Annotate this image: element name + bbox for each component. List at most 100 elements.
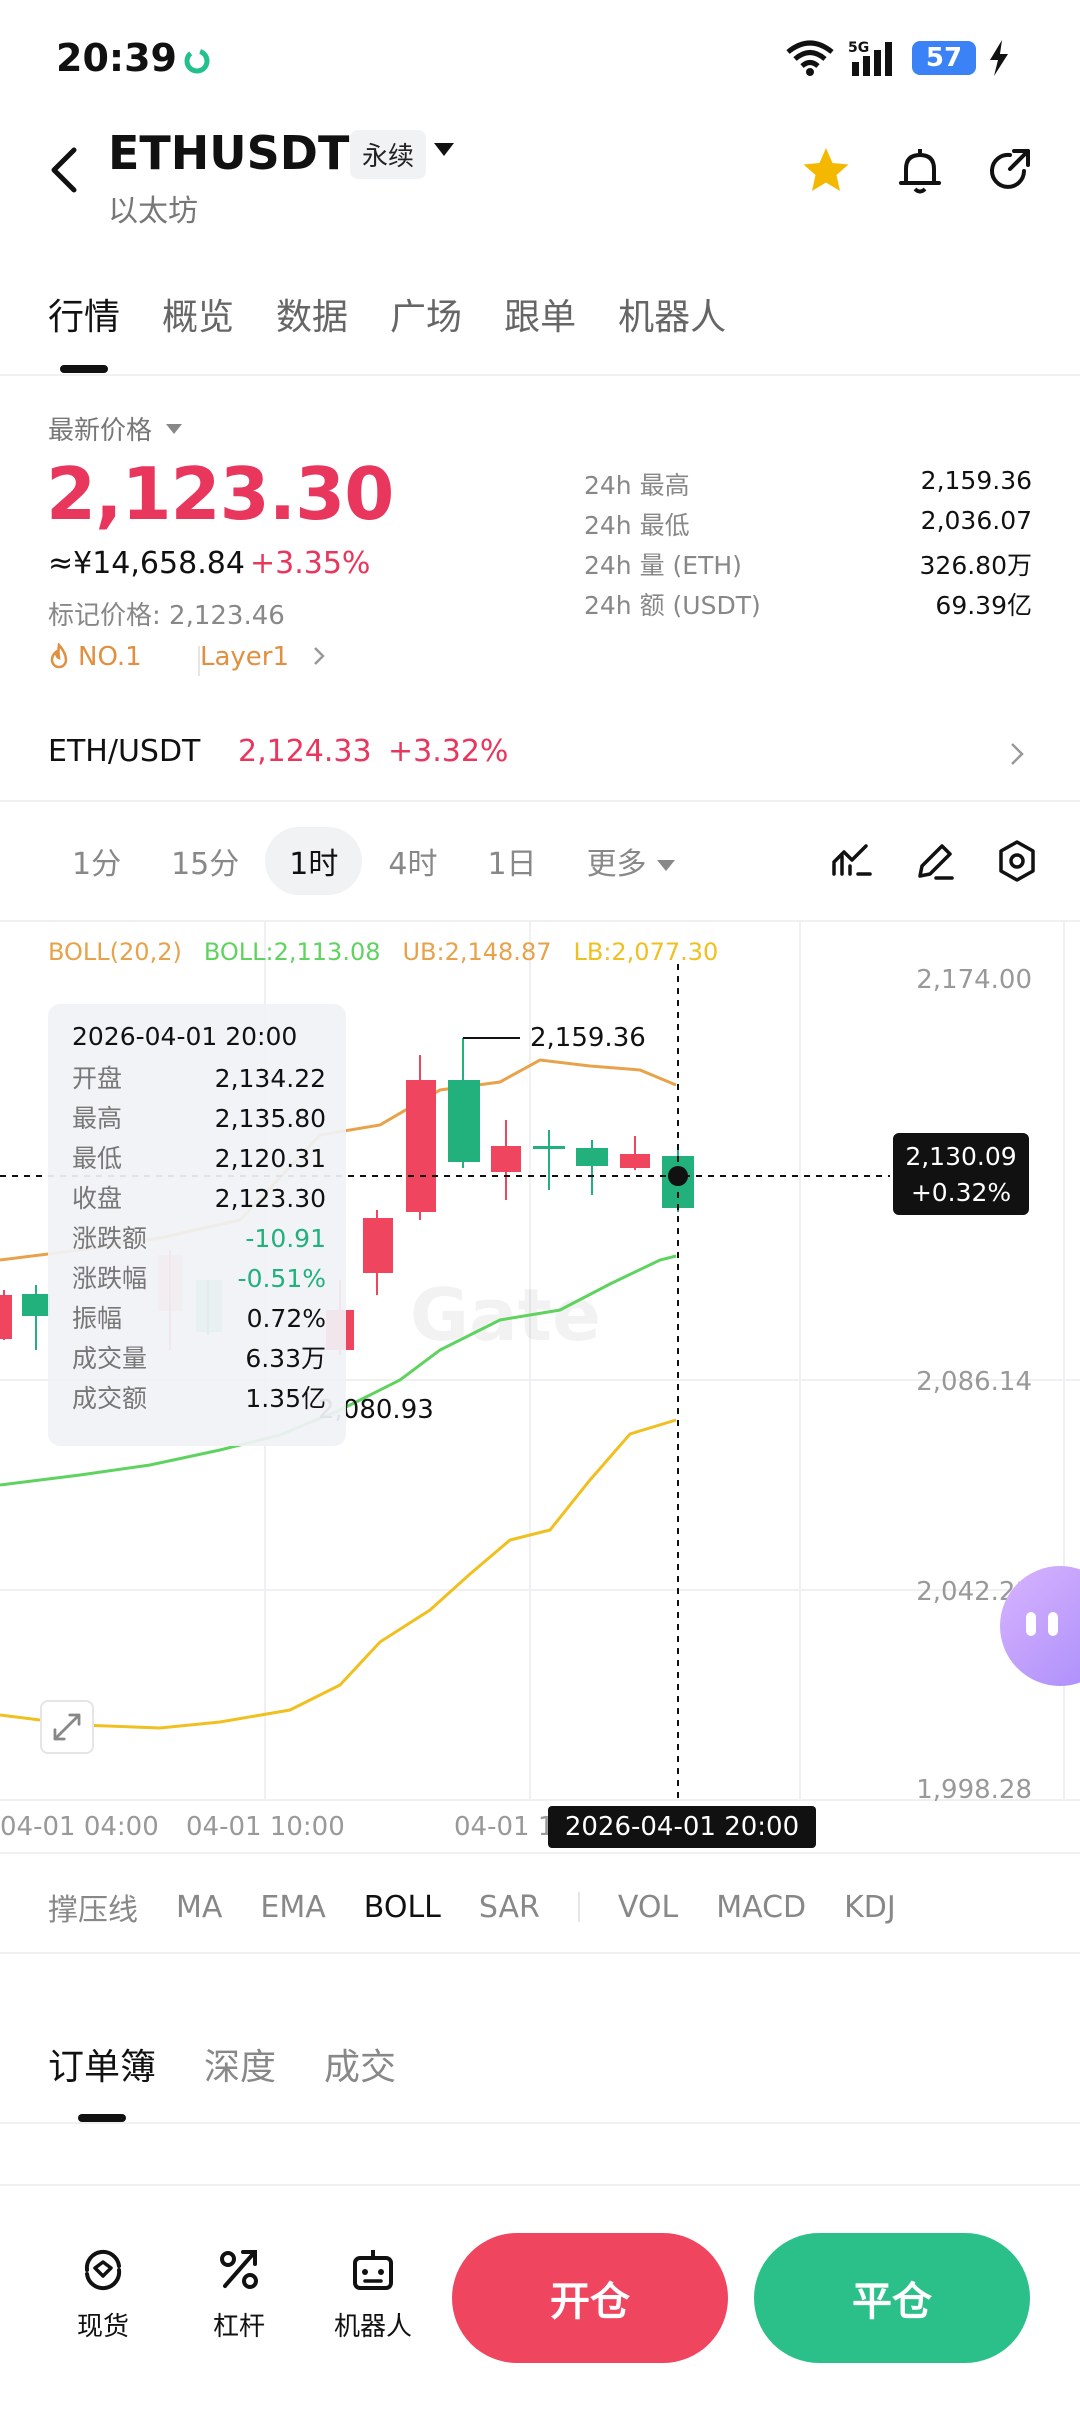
y-tick: 1,998.28 <box>916 1775 1032 1805</box>
status-indicators: 5G 57 <box>784 36 1010 80</box>
notification-bell-icon[interactable] <box>894 145 946 197</box>
stat-row-volume: 24h 量 (ETH) 326.80万 <box>584 546 1032 582</box>
indicator-support-resistance[interactable]: 撑压线 <box>48 1885 138 1929</box>
assistant-bubble[interactable] <box>1000 1566 1080 1686</box>
tab-market[interactable]: 行情 <box>48 288 120 340</box>
y-tick: 2,174.00 <box>916 965 1032 995</box>
tab-bots[interactable]: 机器人 <box>618 288 726 340</box>
boll-legend-mid: BOLL:2,113.08 <box>203 938 381 966</box>
candle <box>533 1130 565 1190</box>
flame-icon <box>50 643 68 669</box>
tooltip-row-amplitude: 振幅 0.72% <box>72 1299 326 1339</box>
price-change-pct: +3.35% <box>250 546 371 581</box>
candle <box>22 1285 50 1350</box>
nav-spot[interactable]: 现货 <box>48 2244 158 2343</box>
price-type-dropdown-icon[interactable] <box>166 424 182 434</box>
rank-tag[interactable]: NO.1 <box>48 642 142 672</box>
indicator-ma[interactable]: MA <box>176 1890 222 1925</box>
share-icon[interactable] <box>984 145 1036 197</box>
interval-more[interactable]: 更多 <box>563 827 699 895</box>
boll-legend-name: BOLL(20,2) <box>48 938 182 966</box>
open-position-button[interactable]: 开仓 <box>452 2233 728 2363</box>
orderbook-tabs: 订单簿 深度 成交 <box>48 2038 444 2090</box>
indicator-sar[interactable]: SAR <box>479 1890 540 1925</box>
tooltip-value: 2,120.31 <box>214 1144 326 1173</box>
battery-indicator: 57 <box>912 41 976 75</box>
tab-depth[interactable]: 深度 <box>204 2038 276 2090</box>
spot-pair-row[interactable]: ETH/USDT 2,124.33 +3.32% <box>48 734 1032 774</box>
back-icon[interactable] <box>40 140 90 200</box>
interval-15m[interactable]: 15分 <box>147 827 263 895</box>
tab-overview[interactable]: 概览 <box>162 288 234 340</box>
pair-dropdown-icon[interactable] <box>434 143 454 156</box>
boll-legend-lb: LB:2,077.30 <box>573 938 719 966</box>
crosshair-pct: +0.32% <box>910 1178 1012 1207</box>
tab-active-indicator <box>60 365 108 373</box>
indicator-chart-icon[interactable] <box>830 838 876 884</box>
stat-label: 24h 最高 <box>584 471 690 500</box>
stat-label: 24h 额 (USDT) <box>584 591 761 620</box>
boll-legend: BOLL(20,2) BOLL:2,113.08 UB:2,148.87 LB:… <box>48 938 718 966</box>
tooltip-row-low: 最低 2,120.31 <box>72 1139 326 1179</box>
settings-hex-icon[interactable] <box>994 838 1040 884</box>
chevron-right-icon <box>314 647 326 665</box>
tooltip-row-close: 收盘 2,123.30 <box>72 1179 326 1219</box>
indicator-boll[interactable]: BOLL <box>364 1890 441 1925</box>
nav-margin[interactable]: 杠杆 <box>184 2244 294 2343</box>
candle <box>363 1210 393 1295</box>
candle <box>620 1136 650 1170</box>
indicator-macd[interactable]: MACD <box>716 1890 806 1925</box>
draw-pencil-icon[interactable] <box>912 838 958 884</box>
interval-4h[interactable]: 4时 <box>364 827 461 895</box>
x-tick: 04-01 1 <box>454 1812 555 1842</box>
close-position-button[interactable]: 平仓 <box>754 2233 1030 2363</box>
indicator-ema[interactable]: EMA <box>260 1890 325 1925</box>
interval-selector: 1分 15分 1时 4时 1日 更多 <box>48 826 701 896</box>
candle <box>0 1290 12 1340</box>
interval-1d[interactable]: 1日 <box>463 827 560 895</box>
indicator-vol[interactable]: VOL <box>618 1890 678 1925</box>
chevron-right-icon <box>1011 743 1024 765</box>
tab-data[interactable]: 数据 <box>276 288 348 340</box>
candle <box>448 1038 480 1168</box>
boll-lower-band <box>0 1418 677 1730</box>
spot-price: 2,124.33 <box>238 734 372 769</box>
tab-orderbook[interactable]: 订单簿 <box>48 2038 156 2090</box>
nav-bots-label: 机器人 <box>333 2312 412 2342</box>
divider <box>0 800 1080 802</box>
contract-type-badge: 永续 <box>350 130 427 179</box>
tooltip-row-change-pct: 涨跌幅 -0.51% <box>72 1259 326 1299</box>
tooltip-date: 2026-04-01 20:00 <box>72 1022 298 1051</box>
interval-1h[interactable]: 1时 <box>265 827 363 895</box>
category-tag[interactable]: Layer1 <box>200 642 327 672</box>
tab-square[interactable]: 广场 <box>390 288 462 340</box>
tab-copy-trading[interactable]: 跟单 <box>504 288 576 340</box>
tooltip-row-high: 最高 2,135.80 <box>72 1099 326 1139</box>
tooltip-label: 最低 <box>72 1144 123 1173</box>
stat-label: 24h 量 (ETH) <box>584 551 742 580</box>
price-type-label[interactable]: 最新价格 <box>48 410 152 447</box>
candle <box>406 1055 436 1220</box>
stat-value: 69.39亿 <box>935 591 1032 620</box>
x-tick: 04-01 10:00 <box>186 1812 345 1842</box>
x-tick: 04-01 04:00 <box>0 1812 159 1842</box>
tooltip-label: 涨跌幅 <box>72 1264 148 1293</box>
crosshair-price-label: 2,130.09 +0.32% <box>893 1133 1029 1215</box>
interval-1m[interactable]: 1分 <box>48 827 145 895</box>
stat-row-turnover: 24h 额 (USDT) 69.39亿 <box>584 586 1032 622</box>
tooltip-value: 2,134.22 <box>214 1064 326 1093</box>
tab-trades[interactable]: 成交 <box>324 2038 396 2090</box>
crosshair-time-label: 2026-04-01 20:00 <box>548 1806 816 1848</box>
nav-bots[interactable]: 机器人 <box>318 2244 428 2343</box>
stat-value: 2,159.36 <box>920 466 1032 495</box>
divider <box>0 2122 1080 2124</box>
chevron-down-icon <box>656 860 675 871</box>
indicator-kdj[interactable]: KDJ <box>844 1890 896 1925</box>
pair-title[interactable]: ETHUSDT <box>108 126 349 180</box>
tooltip-label: 开盘 <box>72 1064 123 1093</box>
expand-chart-icon[interactable] <box>40 1700 94 1754</box>
chart-watermark: Gate <box>410 1273 601 1357</box>
tooltip-label: 收盘 <box>72 1184 123 1213</box>
stat-value: 326.80万 <box>919 551 1032 580</box>
favorite-star-icon[interactable] <box>800 145 852 197</box>
